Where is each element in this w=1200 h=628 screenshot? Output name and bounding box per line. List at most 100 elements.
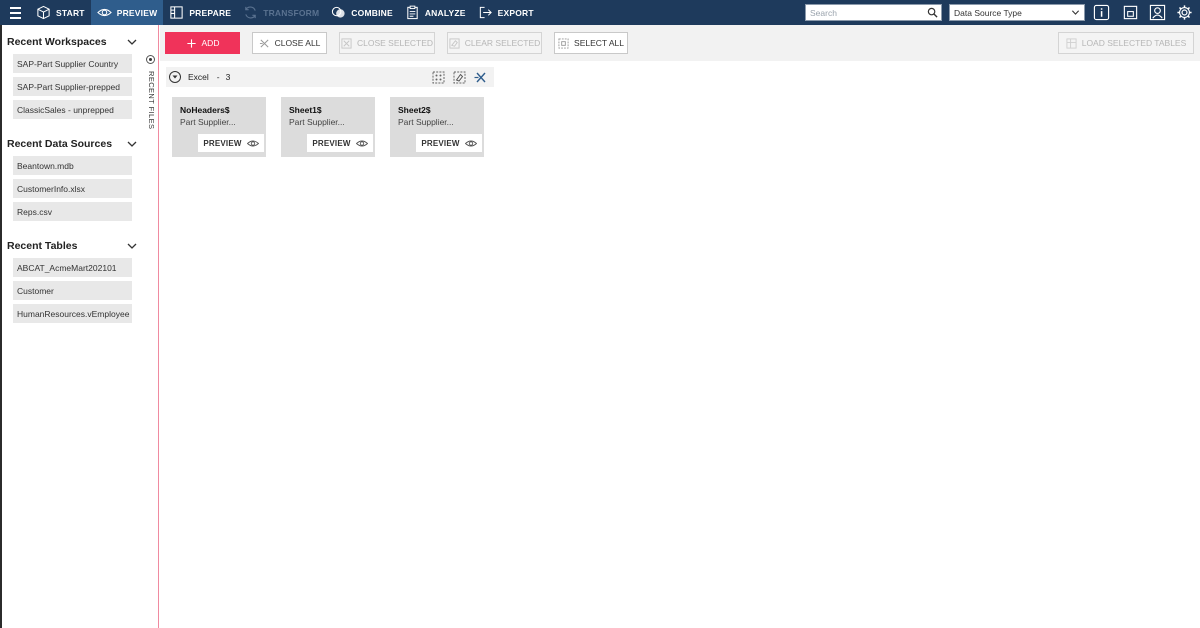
list-item[interactable]: SAP-Part Supplier-prepped [13,77,132,96]
nav-analyze-label: ANALYZE [424,7,466,18]
table-card-sheet2[interactable]: Sheet2$ Part Supplier... PREVIEW [390,97,484,157]
eraser-icon [453,71,465,83]
card-preview-button[interactable]: PREVIEW [307,134,373,152]
card-subtitle: Part Supplier... [180,117,236,127]
section-title: Recent Workspaces [7,36,107,48]
recent-tables-header[interactable]: Recent Tables [2,229,145,253]
list-item[interactable]: ClassicSales - unprepped [13,100,132,119]
user-search-icon [1149,4,1166,21]
collapse-group-button[interactable] [169,71,181,83]
nav-prepare[interactable]: PREPARE [163,0,237,25]
list-item[interactable]: Customer [13,281,132,300]
card-subtitle: Part Supplier... [398,117,454,127]
load-selected-tables-label: LOAD SELECTED TABLES [1081,38,1187,48]
close-all-icon [259,38,269,48]
chevron-down-icon [1071,10,1080,15]
info-button[interactable] [1092,3,1111,22]
main-nav: START PREVIEW PREPARE TRANSFORM COMBINE … [30,0,540,25]
recent-workspaces-header[interactable]: Recent Workspaces [2,25,145,49]
select-all-label: SELECT ALL [574,38,624,48]
refresh-icon [245,6,256,19]
nav-combine[interactable]: COMBINE [325,0,399,25]
add-button[interactable]: ADD [165,32,240,54]
main-content: ADD CLOSE ALL CLOSE SELECTED CLEAR SELEC… [160,25,1200,628]
cube-icon [37,5,50,20]
search-box [805,4,942,21]
card-preview-button[interactable]: PREVIEW [198,134,264,152]
chevron-down-icon[interactable] [127,241,137,251]
search-icon[interactable] [927,7,938,18]
eye-icon [355,140,368,146]
close-selected-button[interactable]: CLOSE SELECTED [339,32,435,54]
hamburger-menu-icon[interactable] [0,0,30,25]
recent-workspaces-list: SAP-Part Supplier Country SAP-Part Suppl… [2,49,145,127]
load-tables-icon [1066,37,1077,49]
card-title: Sheet1$ [289,105,322,115]
eye-icon [246,140,259,146]
card-subtitle: Part Supplier... [289,117,345,127]
recent-data-sources-header[interactable]: Recent Data Sources [2,127,145,151]
pin-icon[interactable] [146,55,155,64]
table-card-sheet1[interactable]: Sheet1$ Part Supplier... PREVIEW [281,97,375,157]
recent-workspaces-section: Recent Workspaces SAP-Part Supplier Coun… [2,25,145,127]
card-preview-label: PREVIEW [203,138,242,148]
section-title: Recent Tables [7,240,78,252]
columns-icon [170,6,183,19]
excel-group-header: Excel - 3 [166,67,494,87]
preview-toolbar: ADD CLOSE ALL CLOSE SELECTED CLEAR SELEC… [160,25,1200,61]
group-separator: - [216,72,220,82]
nav-analyze[interactable]: ANALYZE [399,0,472,25]
group-select-all-button[interactable] [431,70,445,84]
nav-transform[interactable]: TRANSFORM [237,0,325,25]
load-selected-tables-button[interactable]: LOAD SELECTED TABLES [1058,32,1194,54]
card-preview-label: PREVIEW [421,138,460,148]
close-all-button[interactable]: CLOSE ALL [252,32,327,54]
card-preview-button[interactable]: PREVIEW [416,134,482,152]
close-selected-icon [341,37,352,49]
select-all-button[interactable]: SELECT ALL [554,32,628,54]
chevron-down-icon[interactable] [127,139,137,149]
recent-tables-section: Recent Tables ABCAT_AcmeMart202101 Custo… [2,229,145,331]
close-all-icon [474,72,486,82]
select-all-icon [558,37,569,49]
list-item[interactable]: Reps.csv [13,202,132,221]
nav-preview[interactable]: PREVIEW [90,0,164,25]
eye-icon [464,140,477,146]
eye-icon [96,8,112,17]
eraser-icon [449,37,460,49]
plus-icon [186,38,196,48]
recent-files-panel: Recent Workspaces SAP-Part Supplier Coun… [0,25,145,628]
add-button-label: ADD [201,38,220,48]
group-close-button[interactable] [473,70,487,84]
close-selected-label: CLOSE SELECTED [356,38,434,48]
recent-tables-list: ABCAT_AcmeMart202101 Customer HumanResou… [2,253,145,331]
gear-icon [1177,5,1192,20]
chevron-down-icon[interactable] [127,37,137,47]
clear-selected-button[interactable]: CLEAR SELECTED [447,32,542,54]
search-input[interactable] [806,5,927,20]
table-card-noheaders[interactable]: NoHeaders$ Part Supplier... PREVIEW [172,97,266,157]
nav-start[interactable]: START [30,0,91,25]
list-item[interactable]: SAP-Part Supplier Country [13,54,132,73]
list-item[interactable]: Beantown.mdb [13,156,132,175]
window-button[interactable] [1121,3,1140,22]
group-clear-selection-button[interactable] [452,70,466,84]
nav-prepare-label: PREPARE [189,7,232,18]
data-source-type-select[interactable]: Data Source Type [949,4,1085,21]
recent-data-sources-list: Beantown.mdb CustomerInfo.xlsx Reps.csv [2,151,145,229]
card-preview-label: PREVIEW [312,138,351,148]
list-item[interactable]: CustomerInfo.xlsx [13,179,132,198]
nav-export[interactable]: EXPORT [472,0,540,25]
list-item[interactable]: ABCAT_AcmeMart202101 [13,258,132,277]
user-search-button[interactable] [1148,3,1167,22]
clipboard-icon [407,5,418,20]
recent-files-strip[interactable]: RECENT FILES [145,25,159,628]
combine-icon [332,6,345,18]
list-item[interactable]: HumanResources.vEmployee [13,304,132,323]
settings-button[interactable] [1175,3,1194,22]
select-all-icon [432,71,444,83]
nav-start-label: START [56,7,85,18]
nav-transform-label: TRANSFORM [263,7,320,18]
recent-data-sources-section: Recent Data Sources Beantown.mdb Custome… [2,127,145,229]
nav-combine-label: COMBINE [351,7,393,18]
